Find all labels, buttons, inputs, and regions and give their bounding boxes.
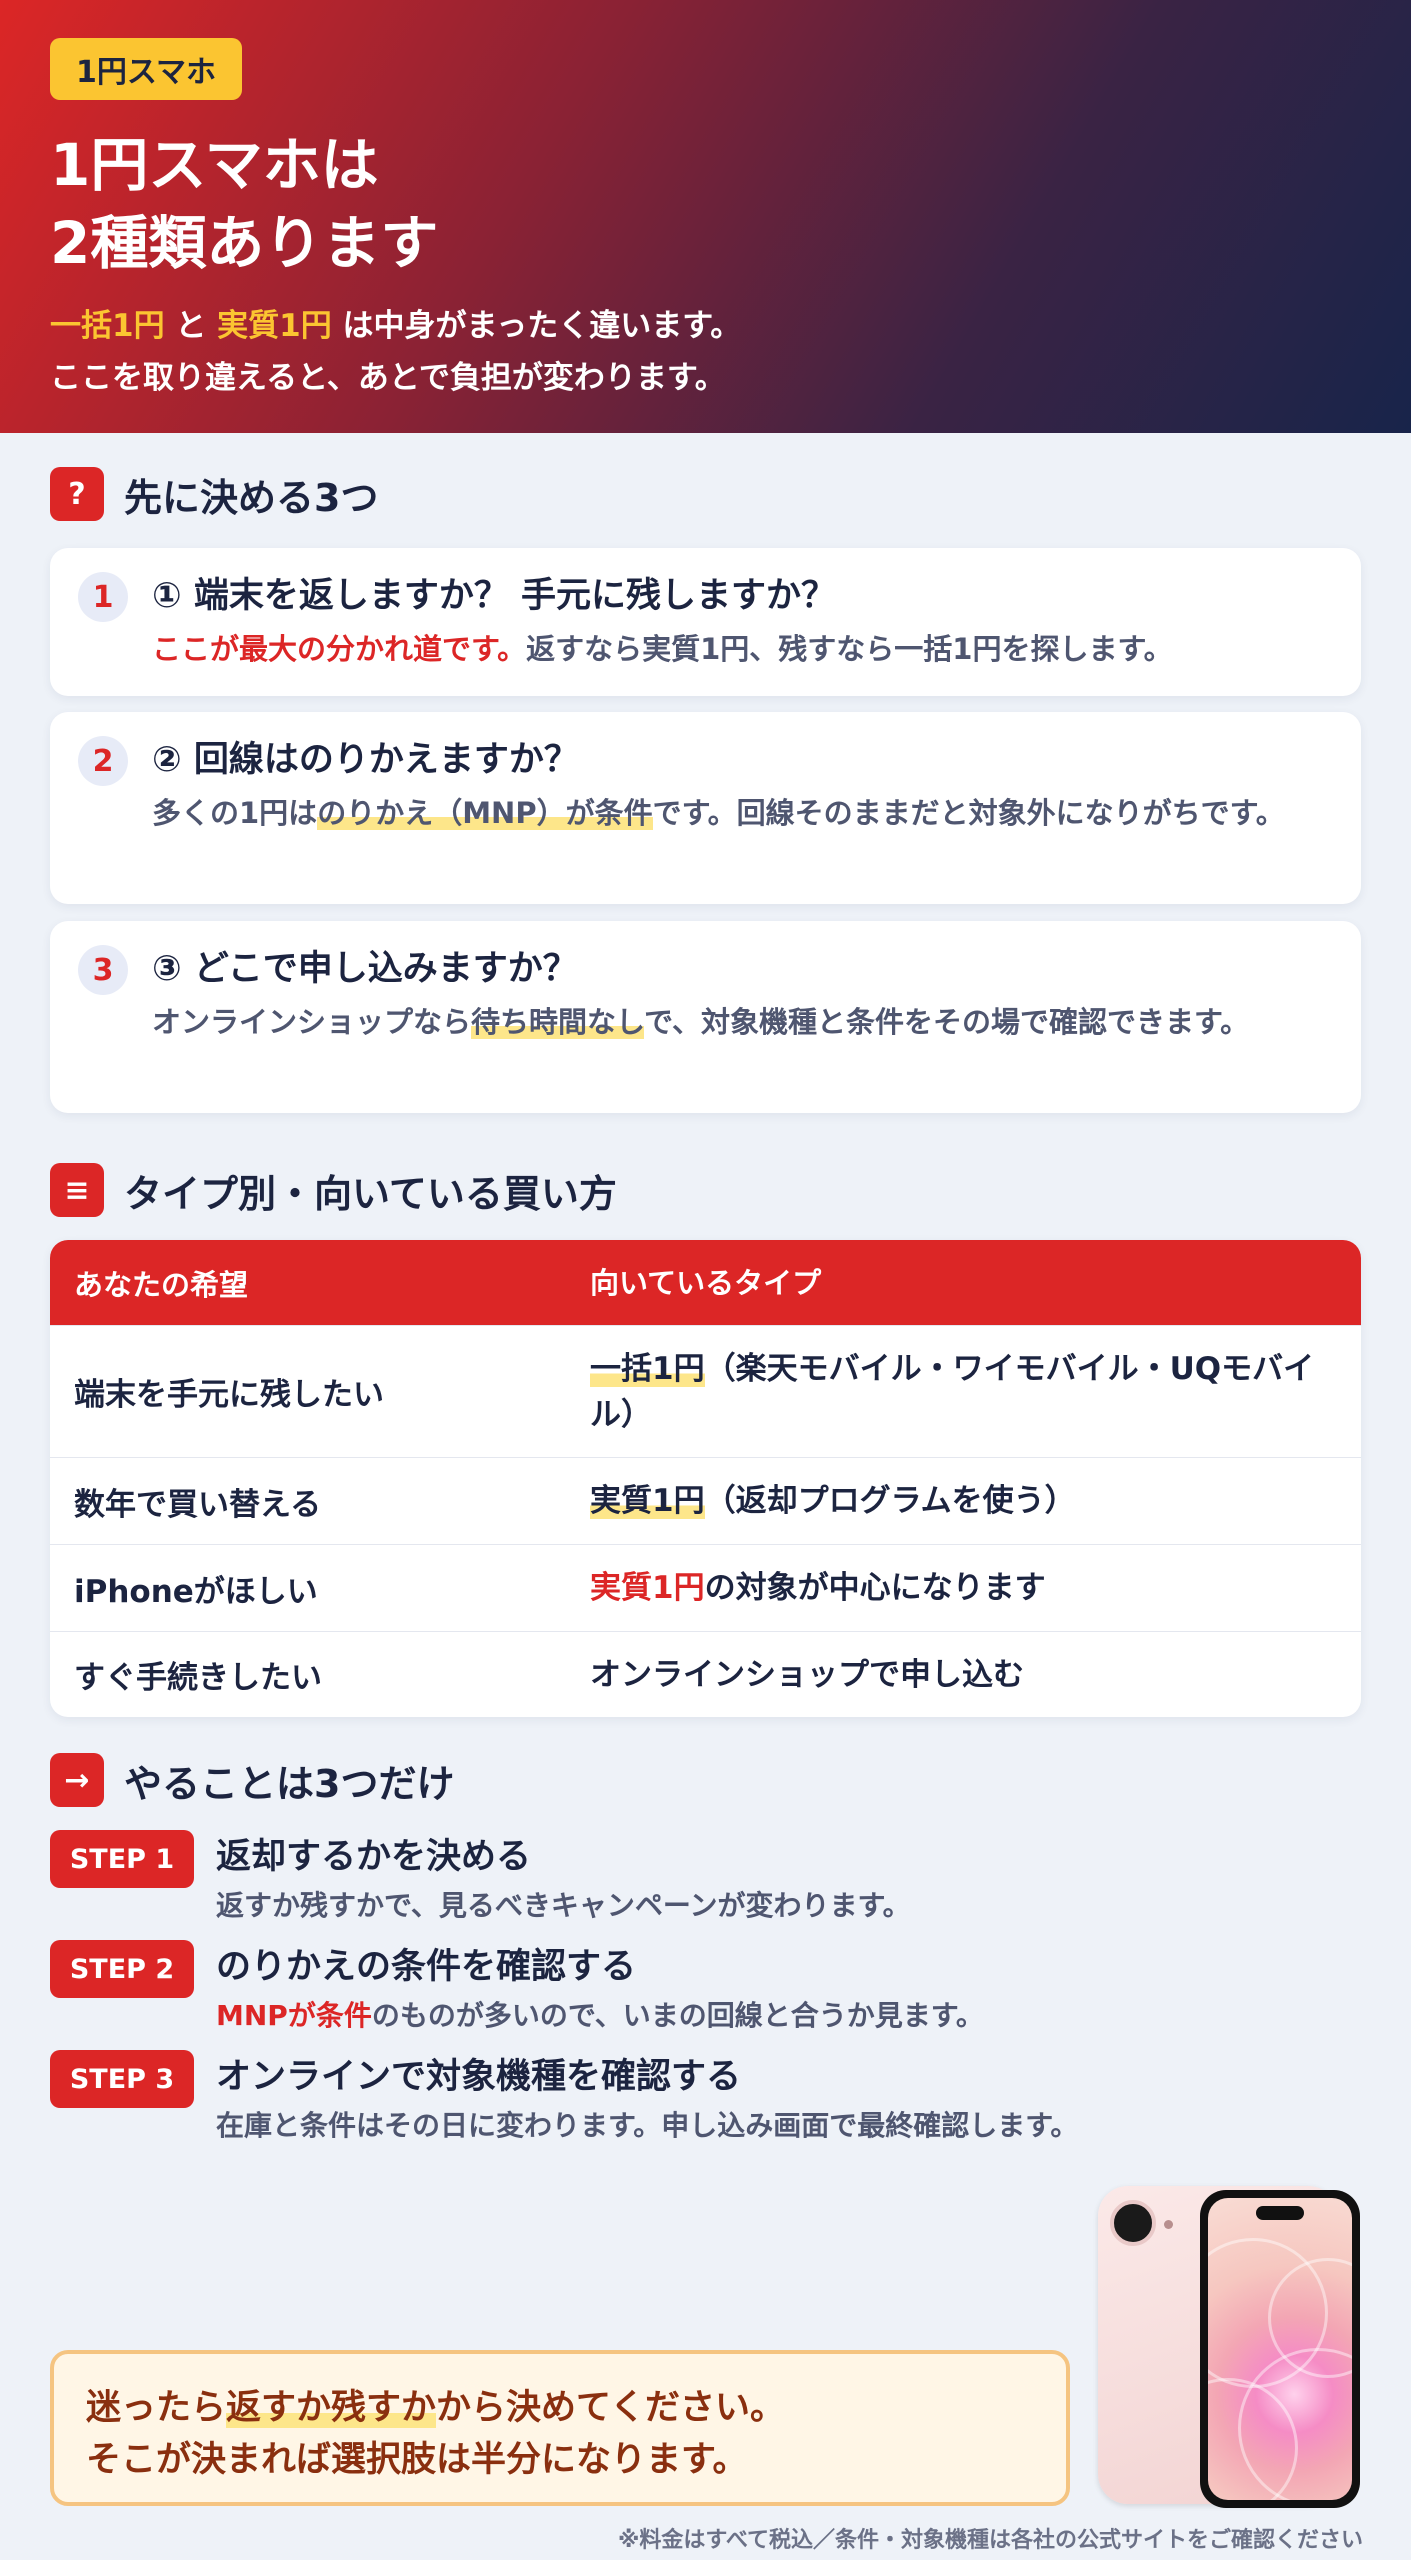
cell-wish: すぐ手続きしたい [74, 1660, 322, 1696]
hero-banner: 1円スマホ 1円スマホは 2種類あります 一括1円 と 実質1円 は中身がまった… [0, 0, 1411, 433]
question-body: ここが最大の分かれ道です。返すなら実質1円、残すなら一括1円を探します。 [152, 626, 1321, 672]
flash-icon [1164, 2220, 1173, 2229]
question-title: ③ どこで申し込みますか？ [152, 949, 578, 989]
highlight-text: 返すか残すか [226, 2388, 437, 2428]
body-text: オンラインショップなら [152, 1005, 472, 1039]
cell-wish: 数年で買い替える [74, 1486, 322, 1523]
section-header-decide: ? 先に決める3つ [50, 466, 378, 522]
callout-line-2: そこが決まれば選択肢は半分になります。 [86, 2440, 748, 2480]
subtitle-line-2: ここを取り違えると、あとで負担が変わります。 [50, 360, 726, 396]
callout-text: 迷ったら [86, 2388, 227, 2428]
effective-term: 実質1円 [217, 308, 332, 344]
subtitle-text: は中身がまったく違います。 [342, 308, 742, 344]
question-title: ① 端末を返しますか？ 手元に残しますか？ [152, 576, 837, 616]
body-text: です。回線そのままだと対象外になりがちです。 [652, 796, 1285, 830]
step-badge: STEP 2 [50, 1940, 194, 1998]
phone-front [1200, 2190, 1360, 2508]
body-text: 返すなら実質1円、残すなら一括1円を探します。 [526, 632, 1173, 666]
hero-badge: 1円スマホ [50, 38, 242, 100]
type-table: あなたの希望 向いているタイプ 端末を手元に残したい 一括1円（楽天モバイル・ワ… [50, 1240, 1361, 1717]
question-title: ② 回線はのりかえますか？ [152, 740, 579, 780]
cell-type: 実質1円の対象が中心になります [590, 1565, 1361, 1611]
cell-text: の対象が中心になります [704, 1570, 1046, 1606]
column-header-wish: あなたの希望 [74, 1267, 249, 1302]
phone-screen [1208, 2198, 1352, 2500]
question-body: オンラインショップなら待ち時間なしで、対象機種と条件をその場で確認できます。 [152, 999, 1321, 1045]
title-line-2: 2種類あります [50, 209, 439, 277]
question-icon: ? [50, 467, 104, 521]
step-badge: STEP 1 [50, 1830, 194, 1888]
footnote: ※料金はすべて税込／条件・対象機種は各社の公式サイトをご確認ください [618, 2528, 1363, 2553]
question-number: 2 [78, 736, 128, 786]
cell-wish: 端末を手元に残したい [74, 1377, 384, 1413]
description-text: のものが多いので、いまの回線と合うか見ます。 [371, 1999, 984, 2032]
section-header-steps: → やることは3つだけ [50, 1752, 454, 1808]
highlight-text: 待ち時間なし [471, 1005, 645, 1039]
table-header: あなたの希望 向いているタイプ [50, 1240, 1361, 1325]
emphasis-text: ここが最大の分かれ道です。 [152, 632, 527, 666]
arrow-right-icon: → [50, 1753, 104, 1807]
table-row: iPhoneがほしい 実質1円の対象が中心になります [50, 1544, 1361, 1631]
question-card-2: 2 ② 回線はのりかえますか？ 多くの1円はのりかえ（MNP）が条件です。回線そ… [50, 712, 1361, 904]
callout-text: から決めてください。 [436, 2388, 785, 2428]
emphasis-text: MNPが条件 [216, 1999, 372, 2032]
highlight-text: のりかえ（MNP）が条件 [317, 796, 653, 830]
subtitle-line-1: 一括1円 と 実質1円 は中身がまったく違います。 [50, 300, 1361, 352]
body-text: で、対象機種と条件をその場で確認できます。 [644, 1005, 1250, 1039]
step-title: 返却するかを決める [216, 1837, 532, 1877]
cell-type: 一括1円（楽天モバイル・ワイモバイル・UQモバイル） [590, 1346, 1361, 1438]
question-number: 1 [78, 572, 128, 622]
hero-subtitle: 一括1円 と 実質1円 は中身がまったく違います。 ここを取り違えると、あとで負… [50, 300, 1361, 404]
section-title: 先に決める3つ [124, 475, 379, 520]
subtitle-connector: と [175, 308, 207, 344]
cell-type: オンラインショップで申し込む [590, 1656, 1024, 1693]
step-description: 在庫と条件はその日に変わります。申し込み画面で最終確認します。 [216, 2109, 1079, 2142]
emphasis-text: 実質1円 [590, 1570, 705, 1606]
section-title: やることは3つだけ [124, 1761, 455, 1806]
column-header-type: 向いているタイプ [590, 1265, 822, 1300]
title-line-1: 1円スマホは [50, 131, 379, 199]
step-title: のりかえの条件を確認する [216, 1947, 637, 1987]
step-badge: STEP 3 [50, 2050, 194, 2108]
step-title: オンラインで対象機種を確認する [216, 2057, 742, 2097]
page-title: 1円スマホは 2種類あります [50, 126, 1361, 282]
table-row: 数年で買い替える 実質1円（返却プログラムを使う） [50, 1457, 1361, 1544]
body-text: 多くの1円は [152, 796, 318, 830]
cell-text: （返却プログラムを使う） [704, 1483, 1076, 1519]
cell-wish: iPhoneがほしい [74, 1573, 318, 1610]
table-row: 端末を手元に残したい 一括1円（楽天モバイル・ワイモバイル・UQモバイル） [50, 1325, 1361, 1457]
question-body: 多くの1円はのりかえ（MNP）が条件です。回線そのままだと対象外になりがちです。 [152, 790, 1321, 836]
callout-line-1: 迷ったら返すか残すかから決めてください。 [86, 2382, 1066, 2434]
advice-callout: 迷ったら返すか残すかから決めてください。 そこが決まれば選択肢は半分になります。 [50, 2350, 1070, 2506]
table-row: すぐ手続きしたい オンラインショップで申し込む [50, 1631, 1361, 1717]
phone-illustration [1098, 2186, 1360, 2508]
step-description: 返すか残すかで、見るべきキャンペーンが変わります。 [216, 1889, 911, 1922]
highlight-text: 実質1円 [590, 1483, 705, 1519]
list-icon: ≡ [50, 1163, 104, 1217]
question-card-1: 1 ① 端末を返しますか？ 手元に残しますか？ ここが最大の分かれ道です。返すな… [50, 548, 1361, 696]
cell-type: 実質1円（返却プログラムを使う） [590, 1478, 1361, 1524]
lump-sum-term: 一括1円 [50, 308, 165, 344]
question-card-3: 3 ③ どこで申し込みますか？ オンラインショップなら待ち時間なしで、対象機種と… [50, 921, 1361, 1113]
highlight-text: 一括1円 [590, 1350, 705, 1387]
step-description: MNPが条件のものが多いので、いまの回線と合うか見ます。 [216, 1994, 984, 2034]
camera-icon [1110, 2200, 1156, 2246]
question-number: 3 [78, 945, 128, 995]
section-title: タイプ別・向いている買い方 [124, 1171, 617, 1216]
section-header-types: ≡ タイプ別・向いている買い方 [50, 1162, 617, 1218]
